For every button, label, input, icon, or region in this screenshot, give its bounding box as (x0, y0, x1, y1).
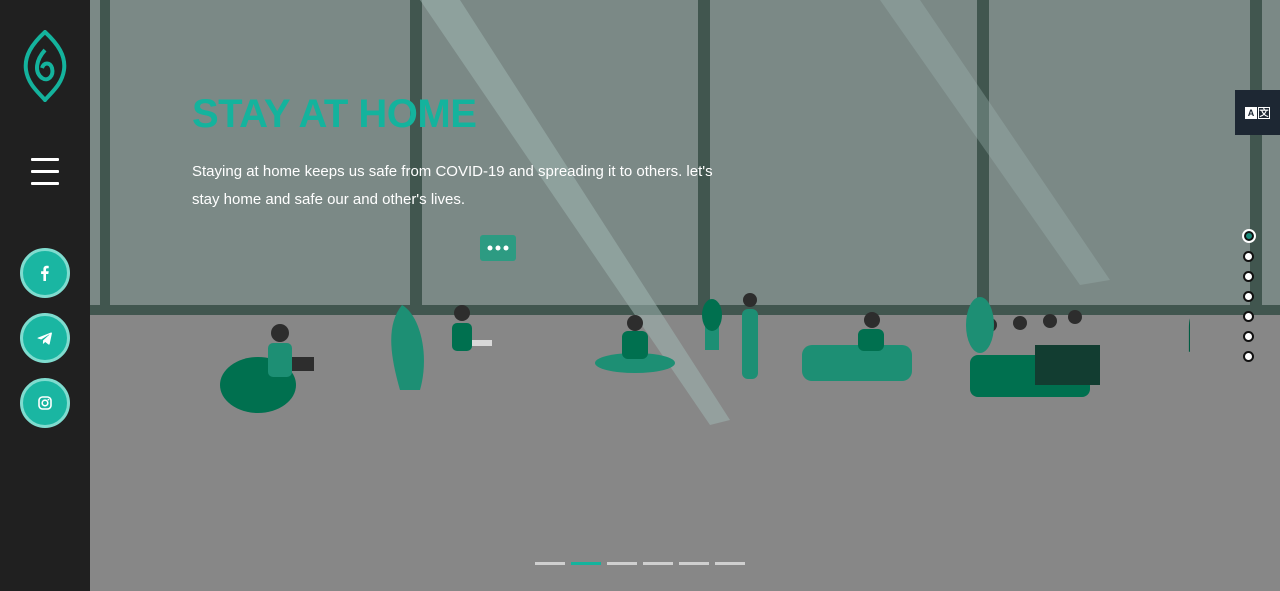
slide-dot-2[interactable] (1243, 251, 1254, 262)
slide-dot-4[interactable] (1243, 291, 1254, 302)
slide-dot-6[interactable] (1243, 331, 1254, 342)
pager-bar-1[interactable] (535, 562, 565, 565)
pager-bar-3[interactable] (607, 562, 637, 565)
facebook-icon (41, 265, 49, 281)
slide-dot-7[interactable] (1243, 351, 1254, 362)
pager-bar-6[interactable] (715, 562, 745, 565)
slide-dot-1[interactable] (1242, 229, 1256, 243)
hamburger-menu-icon[interactable] (31, 158, 59, 188)
language-button[interactable]: A 文 (1235, 90, 1280, 135)
facebook-button[interactable] (20, 248, 70, 298)
hero-slide: STAY AT HOME Staying at home keeps us sa… (90, 0, 1280, 591)
pager-bar-4[interactable] (643, 562, 673, 565)
telegram-icon (37, 332, 52, 345)
page: STAY AT HOME Staying at home keeps us sa… (0, 0, 1280, 591)
logo[interactable] (22, 29, 68, 104)
sidebar (0, 0, 90, 591)
hero-title: STAY AT HOME (192, 92, 477, 136)
translate-icon-left: A (1245, 106, 1257, 119)
pager-bar-5[interactable] (679, 562, 709, 565)
translate-icon-right: 文 (1258, 106, 1270, 119)
slide-dot-3[interactable] (1243, 271, 1254, 282)
slide-pager (535, 562, 745, 565)
instagram-button[interactable] (20, 378, 70, 428)
instagram-icon (38, 396, 52, 410)
artwork-hashtag: #در خانه بمانیم (1180, 205, 1190, 352)
pager-bar-2[interactable] (571, 562, 601, 565)
telegram-button[interactable] (20, 313, 70, 363)
stay-home-illustration: #در خانه بمانیم (220, 205, 1190, 413)
translate-icon: A 文 (1245, 106, 1270, 119)
slide-dot-5[interactable] (1243, 311, 1254, 322)
